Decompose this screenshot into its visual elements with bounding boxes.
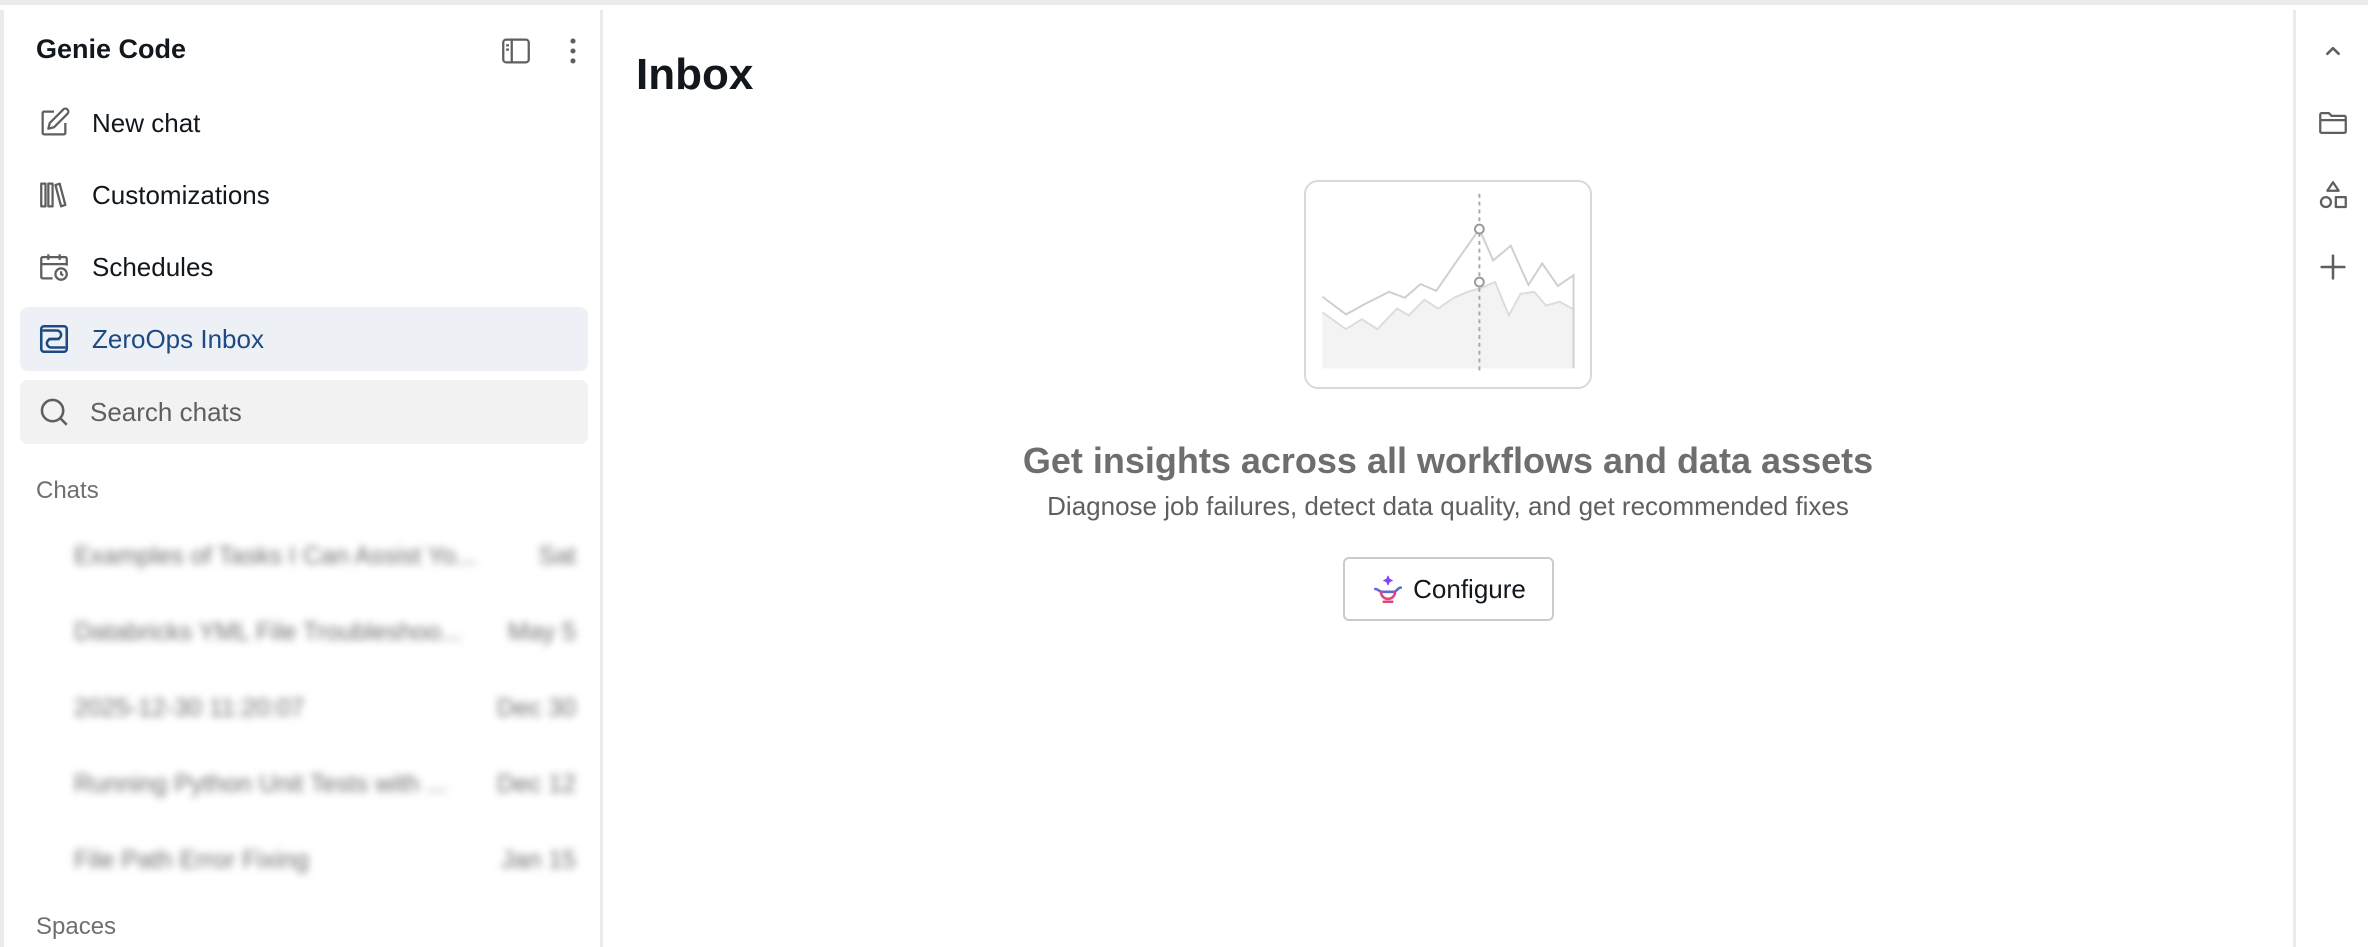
calendar-clock-icon [36,249,72,285]
chat-title: 2025-12-30 11:20:07 [74,694,305,722]
chevron-up-icon[interactable] [2314,32,2352,70]
sidebar: Genie Code New chat Customizations Sched… [0,10,603,947]
chat-list-item[interactable]: Examples of Tasks I Can Assist Yo... Sat [34,526,588,588]
main-content: Inbox Get insights across all workflows … [603,10,2293,947]
configure-button-label: Configure [1413,573,1526,604]
chat-list-item[interactable]: Running Python Unit Tests with ... Dec 1… [34,754,588,816]
nav-label: Schedules [92,251,214,282]
chat-title: Databricks YML File Troubleshoo... [74,618,462,646]
chat-date: May 5 [507,618,576,646]
chat-date: Dec 12 [496,770,576,798]
inbox-icon [36,321,72,357]
search-chats [20,380,588,444]
plus-icon[interactable] [2314,248,2352,286]
chat-list-item[interactable]: 2025-12-30 11:20:07 Dec 30 [34,678,588,740]
page-title: Inbox [636,50,754,99]
sidebar-toggle-icon[interactable] [497,32,535,70]
sidebar-title: Genie Code [36,34,187,64]
nav-customizations[interactable]: Customizations [20,163,588,227]
nav-zeroops-inbox[interactable]: ZeroOps Inbox [20,307,588,371]
nav-label: ZeroOps Inbox [92,323,264,354]
configure-button[interactable]: Configure [1343,557,1554,621]
search-icon [36,394,72,430]
nav-label: New chat [92,107,201,138]
edit-icon [36,105,72,141]
empty-state-subtitle: Diagnose job failures, detect data quali… [1047,491,1849,521]
chat-title: Examples of Tasks I Can Assist Yo... [74,542,477,570]
section-label-chats: Chats [36,477,99,504]
app-window: Genie Code New chat Customizations Sched… [0,0,2368,947]
chat-list-item[interactable]: Databricks YML File Troubleshoo... May 5 [34,602,588,664]
chat-date: Jan 15 [500,846,576,874]
chat-list-item[interactable]: File Path Error Fixing Jan 15 [34,830,588,892]
chat-date: Sat [538,542,576,570]
sidebar-header: Genie Code [4,10,600,84]
chat-date: Dec 30 [496,694,576,722]
empty-state-title: Get insights across all workflows and da… [1022,440,1874,481]
more-vertical-icon[interactable] [554,32,592,70]
genie-lamp-icon [1371,572,1405,606]
folder-icon[interactable] [2314,104,2352,142]
nav-label: Customizations [92,179,270,210]
shapes-icon[interactable] [2314,176,2352,214]
library-icon [36,177,72,213]
section-label-spaces: Spaces [36,913,117,940]
nav-new-chat[interactable]: New chat [20,91,588,155]
search-input[interactable] [90,392,570,432]
nav-schedules[interactable]: Schedules [20,235,588,299]
chat-title: File Path Error Fixing [74,846,309,874]
line-chart-illustration [1304,180,1592,389]
right-rail [2293,10,2368,947]
chat-title: Running Python Unit Tests with ... [74,770,448,798]
